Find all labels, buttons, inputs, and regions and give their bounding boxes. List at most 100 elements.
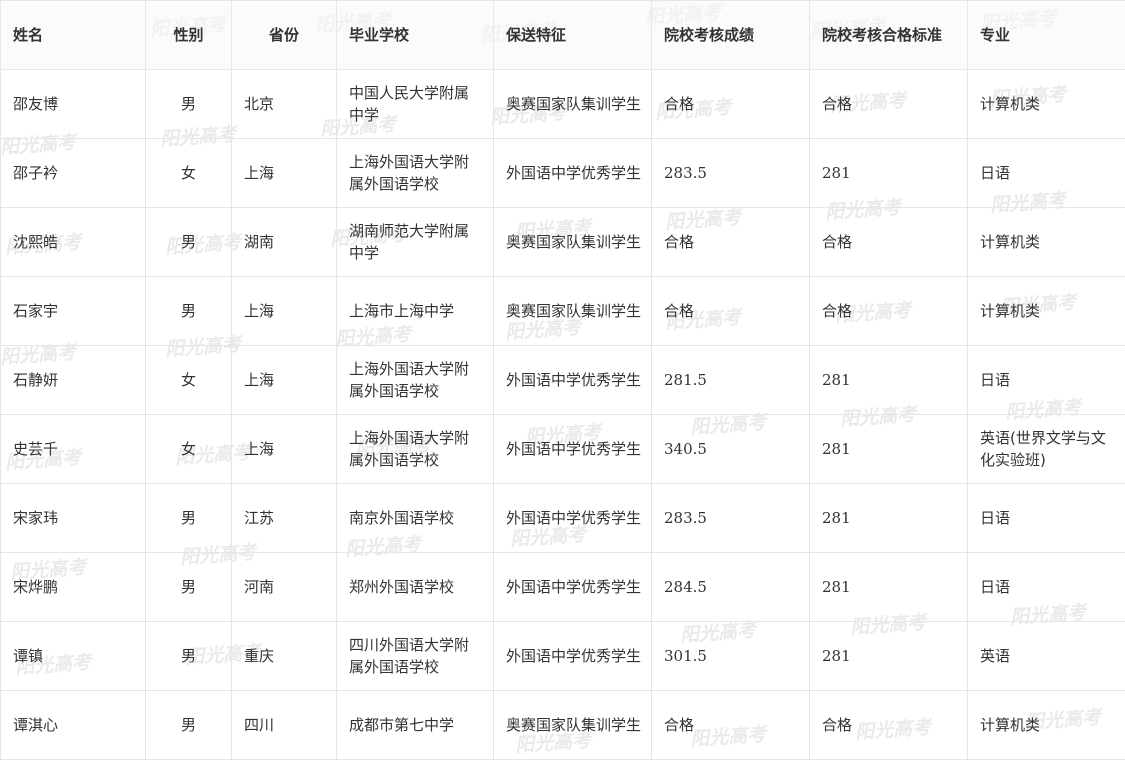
major-cell: 日语 <box>967 345 1125 415</box>
score-cell: 301.5 <box>651 621 810 691</box>
standard-cell: 合格 <box>809 69 968 139</box>
header-major: 专业 <box>967 0 1125 70</box>
gender-cell: 男 <box>145 276 232 346</box>
major-cell: 英语 <box>967 621 1125 691</box>
school-cell: 郑州外国语学校 <box>336 552 494 622</box>
standard-cell: 合格 <box>809 690 968 760</box>
gender-cell: 男 <box>145 690 232 760</box>
school-cell: 上海外国语大学附属外国语学校 <box>336 345 494 415</box>
major-cell: 英语(世界文学与文化实验班) <box>967 414 1125 484</box>
standard-cell: 281 <box>809 552 968 622</box>
gender-cell: 男 <box>145 552 232 622</box>
feature-cell: 外国语中学优秀学生 <box>493 138 652 208</box>
school-cell: 上海外国语大学附属外国语学校 <box>336 138 494 208</box>
score-cell: 合格 <box>651 207 810 277</box>
school-cell: 南京外国语学校 <box>336 483 494 553</box>
gender-cell: 男 <box>145 69 232 139</box>
header-feature: 保送特征 <box>493 0 652 70</box>
header-standard: 院校考核合格标准 <box>809 0 968 70</box>
table-row: 邵子衿女上海 上海外国语大学附属外国语学校 外国语中学优秀学生 283.5 281 日语 <box>0 138 1125 208</box>
table-header-row: 姓名 性别 省份 毕业学校 保送特征 院校考核成绩 院校考核合格标准 专业 <box>0 0 1125 70</box>
header-name: 姓名 <box>0 0 146 70</box>
name-cell: 宋烨鹏 <box>0 552 146 622</box>
school-cell: 湖南师范大学附属中学 <box>336 207 494 277</box>
major-cell: 日语 <box>967 483 1125 553</box>
province-cell: 北京 <box>231 69 337 139</box>
gender-cell: 女 <box>145 345 232 415</box>
gender-cell: 男 <box>145 483 232 553</box>
feature-cell: 外国语中学优秀学生 <box>493 552 652 622</box>
name-cell: 石家宇 <box>0 276 146 346</box>
score-cell: 284.5 <box>651 552 810 622</box>
score-cell: 340.5 <box>651 414 810 484</box>
province-cell: 上海 <box>231 276 337 346</box>
header-school: 毕业学校 <box>336 0 494 70</box>
name-cell: 史芸千 <box>0 414 146 484</box>
name-cell: 宋家玮 <box>0 483 146 553</box>
major-cell: 计算机类 <box>967 69 1125 139</box>
table-row: 石家宇男上海 上海市上海中学 奥赛国家队集训学生 合格 合格 计算机类 <box>0 276 1125 346</box>
table-row: 宋烨鹏男河南 郑州外国语学校 外国语中学优秀学生 284.5 281 日语 <box>0 552 1125 622</box>
school-cell: 成都市第七中学 <box>336 690 494 760</box>
header-province: 省份 <box>231 0 337 70</box>
school-cell: 上海外国语大学附属外国语学校 <box>336 414 494 484</box>
feature-cell: 外国语中学优秀学生 <box>493 414 652 484</box>
standard-cell: 281 <box>809 414 968 484</box>
score-cell: 283.5 <box>651 483 810 553</box>
name-cell: 邵子衿 <box>0 138 146 208</box>
score-cell: 合格 <box>651 690 810 760</box>
standard-cell: 281 <box>809 483 968 553</box>
table-row: 谭淇心男四川 成都市第七中学 奥赛国家队集训学生 合格 合格 计算机类 <box>0 690 1125 760</box>
feature-cell: 奥赛国家队集训学生 <box>493 276 652 346</box>
feature-cell: 外国语中学优秀学生 <box>493 621 652 691</box>
standard-cell: 281 <box>809 621 968 691</box>
province-cell: 上海 <box>231 414 337 484</box>
standard-cell: 合格 <box>809 276 968 346</box>
province-cell: 四川 <box>231 690 337 760</box>
major-cell: 日语 <box>967 552 1125 622</box>
standard-cell: 281 <box>809 138 968 208</box>
header-score: 院校考核成绩 <box>651 0 810 70</box>
gender-cell: 女 <box>145 414 232 484</box>
major-cell: 计算机类 <box>967 690 1125 760</box>
header-gender: 性别 <box>145 0 232 70</box>
table-body: 邵友博男北京 中国人民大学附属中学 奥赛国家队集训学生 合格 合格 计算机类 邵子衿女上海上… <box>0 69 1125 760</box>
feature-cell: 外国语中学优秀学生 <box>493 483 652 553</box>
feature-cell: 奥赛国家队集训学生 <box>493 69 652 139</box>
school-cell: 上海市上海中学 <box>336 276 494 346</box>
admissions-table: 姓名 性别 省份 毕业学校 保送特征 院校考核成绩 院校考核合格标准 专业 邵友… <box>0 0 1125 760</box>
score-cell: 合格 <box>651 69 810 139</box>
gender-cell: 男 <box>145 621 232 691</box>
name-cell: 沈熙皓 <box>0 207 146 277</box>
school-cell: 四川外国语大学附属外国语学校 <box>336 621 494 691</box>
name-cell: 邵友博 <box>0 69 146 139</box>
major-cell: 计算机类 <box>967 276 1125 346</box>
name-cell: 谭淇心 <box>0 690 146 760</box>
score-cell: 281.5 <box>651 345 810 415</box>
standard-cell: 合格 <box>809 207 968 277</box>
table-row: 宋家玮男江苏 南京外国语学校 外国语中学优秀学生 283.5 281 日语 <box>0 483 1125 553</box>
name-cell: 谭镇 <box>0 621 146 691</box>
name-cell: 石静妍 <box>0 345 146 415</box>
gender-cell: 男 <box>145 207 232 277</box>
table-row: 石静妍女上海 上海外国语大学附属外国语学校 外国语中学优秀学生 281.5 281 日语 <box>0 345 1125 415</box>
school-cell: 中国人民大学附属中学 <box>336 69 494 139</box>
province-cell: 上海 <box>231 345 337 415</box>
gender-cell: 女 <box>145 138 232 208</box>
standard-cell: 281 <box>809 345 968 415</box>
table-row: 邵友博男北京 中国人民大学附属中学 奥赛国家队集训学生 合格 合格 计算机类 <box>0 69 1125 139</box>
feature-cell: 奥赛国家队集训学生 <box>493 207 652 277</box>
province-cell: 上海 <box>231 138 337 208</box>
province-cell: 湖南 <box>231 207 337 277</box>
feature-cell: 奥赛国家队集训学生 <box>493 690 652 760</box>
table-row: 沈熙皓男湖南 湖南师范大学附属中学 奥赛国家队集训学生 合格 合格 计算机类 <box>0 207 1125 277</box>
table-row: 谭镇男重庆 四川外国语大学附属外国语学校 外国语中学优秀学生 301.5 281 英语 <box>0 621 1125 691</box>
major-cell: 计算机类 <box>967 207 1125 277</box>
feature-cell: 外国语中学优秀学生 <box>493 345 652 415</box>
province-cell: 江苏 <box>231 483 337 553</box>
major-cell: 日语 <box>967 138 1125 208</box>
province-cell: 重庆 <box>231 621 337 691</box>
province-cell: 河南 <box>231 552 337 622</box>
score-cell: 283.5 <box>651 138 810 208</box>
table-row: 史芸千女上海 上海外国语大学附属外国语学校 外国语中学优秀学生 340.5 281 英语(… <box>0 414 1125 484</box>
